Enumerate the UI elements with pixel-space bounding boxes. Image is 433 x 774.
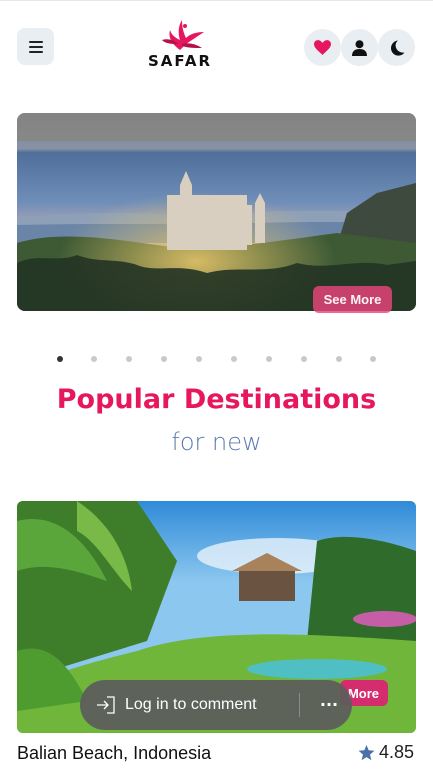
app-header: SAFAR (0, 0, 433, 95)
castle-landscape-image (17, 113, 416, 311)
carousel-dot[interactable] (336, 356, 342, 362)
heart-icon (314, 40, 331, 55)
carousel-dot[interactable] (126, 356, 132, 362)
destination-title[interactable]: Balian Beach, Indonesia (17, 743, 211, 764)
login-comment-label[interactable]: Log in to comment (125, 696, 257, 714)
carousel-dot[interactable] (57, 356, 63, 362)
login-comment-bar[interactable]: Log in to comment ··· (80, 680, 352, 730)
carousel-indicators (0, 354, 433, 364)
star-icon (358, 744, 375, 760)
moon-icon (390, 40, 404, 56)
carousel-dot[interactable] (370, 356, 376, 362)
see-more-button[interactable]: See More (313, 286, 392, 313)
pill-divider (299, 693, 300, 717)
bird-logo-icon (162, 20, 204, 50)
hamburger-menu-icon (28, 40, 43, 53)
brand-logo-text: SAFAR (147, 52, 213, 70)
carousel-dot[interactable] (231, 356, 237, 362)
user-account-button[interactable] (341, 29, 378, 66)
sign-in-icon (97, 696, 115, 714)
theme-toggle-button[interactable] (378, 29, 415, 66)
user-icon (352, 39, 367, 56)
carousel-dot[interactable] (161, 356, 167, 362)
menu-button[interactable] (17, 28, 54, 65)
favorites-button[interactable] (304, 29, 341, 66)
carousel-dot[interactable] (91, 356, 97, 362)
brand-logo[interactable]: SAFAR (145, 18, 215, 78)
carousel-dot[interactable] (196, 356, 202, 362)
rating-value: 4.85 (379, 742, 415, 762)
section-subtitle: for new (171, 428, 262, 456)
carousel-dot[interactable] (301, 356, 307, 362)
hero-carousel-slide[interactable] (17, 113, 416, 311)
section-title: Popular Destinations (56, 384, 377, 415)
carousel-dot[interactable] (266, 356, 272, 362)
ellipsis-icon[interactable]: ··· (319, 690, 339, 718)
destination-rating: 4.85 (358, 742, 414, 763)
